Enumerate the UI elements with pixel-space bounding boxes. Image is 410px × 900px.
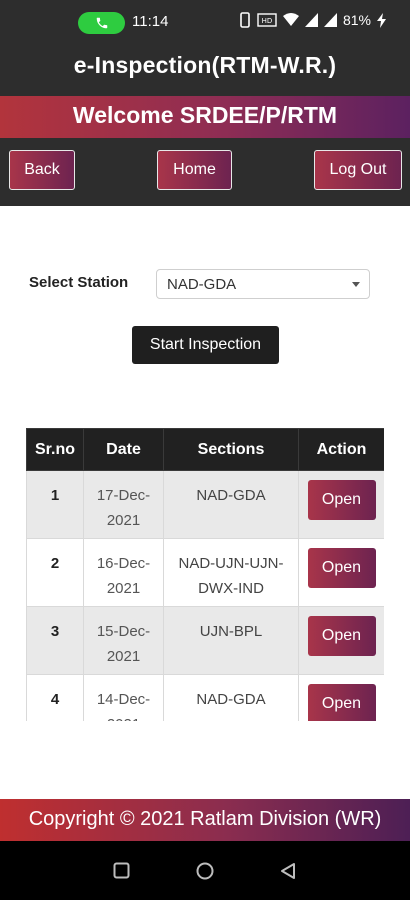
signal-icon <box>304 13 318 27</box>
station-select-value: NAD-GDA <box>167 276 237 293</box>
chevron-down-icon <box>352 282 360 287</box>
row-date-line2: 2021 <box>106 648 141 665</box>
home-circle-icon[interactable] <box>196 862 214 880</box>
row-date-line2: 2021 <box>106 580 141 597</box>
table-row: 4 14-Dec- 2021 NAD-GDA Open <box>26 674 384 721</box>
row-date-line1: 16-Dec- <box>96 555 151 572</box>
logout-button[interactable]: Log Out <box>314 150 402 190</box>
clock: 11:14 <box>132 13 169 30</box>
open-button[interactable]: Open <box>307 548 376 588</box>
table-row: 2 16-Dec- 2021 NAD-UJN-UJN-DWX-IND Open <box>26 538 384 607</box>
row-action: Open <box>298 470 384 539</box>
footer: Copyright © 2021 Ratlam Division (WR) <box>0 799 410 841</box>
column-header-srno: Sr.no <box>26 428 84 471</box>
wifi-icon <box>282 13 299 26</box>
nav-bar: Back Home Log Out <box>0 138 410 206</box>
inspection-table: Sr.no Date Sections Action 1 17-Dec- 2021… <box>26 428 384 721</box>
svg-text:HD: HD <box>262 17 273 25</box>
row-section: NAD-GDA <box>163 674 299 721</box>
row-date-line2: 2021 <box>106 512 141 529</box>
row-date: 17-Dec- 2021 <box>83 470 164 539</box>
app-title: e-Inspection(RTM-W.R.) <box>73 52 337 78</box>
welcome-banner: Welcome SRDEE/P/RTM <box>0 96 410 138</box>
volte-icon: HD <box>257 13 277 27</box>
back-button[interactable]: Back <box>9 150 75 190</box>
column-header-sections: Sections <box>163 428 299 471</box>
row-srno: 1 <box>26 470 84 539</box>
table-row: 1 17-Dec- 2021 NAD-GDA Open <box>26 470 384 539</box>
back-triangle-icon[interactable] <box>280 862 296 880</box>
row-action: Open <box>298 606 384 675</box>
row-srno: 3 <box>26 606 84 675</box>
battery-charging-icon <box>377 12 386 28</box>
row-date: 14-Dec- 2021 <box>83 674 164 721</box>
vibrate-icon <box>240 12 250 28</box>
open-button[interactable]: Open <box>307 616 376 656</box>
row-srno: 2 <box>26 538 84 607</box>
row-date: 16-Dec- 2021 <box>83 538 164 607</box>
station-label: Select Station <box>29 274 129 291</box>
signal-icon <box>323 13 337 27</box>
start-inspection-button[interactable]: Start Inspection <box>132 326 279 364</box>
station-select[interactable]: NAD-GDA <box>156 269 370 299</box>
battery-percent: 81% <box>342 12 371 28</box>
inspection-table-container[interactable]: Sr.no Date Sections Action 1 17-Dec- 2021… <box>26 428 384 721</box>
row-section: UJN-BPL <box>163 606 299 675</box>
column-header-action: Action <box>298 428 384 471</box>
row-date: 15-Dec- 2021 <box>83 606 164 675</box>
status-bar: 11:14 HD 81% <box>0 0 410 46</box>
row-date-line1: 17-Dec- <box>96 487 151 504</box>
table-row: 3 15-Dec- 2021 UJN-BPL Open <box>26 606 384 675</box>
row-action: Open <box>298 538 384 607</box>
home-button[interactable]: Home <box>157 150 232 190</box>
copyright-text: Copyright © 2021 Ratlam Division (WR) <box>28 808 382 830</box>
status-icons: HD 81% <box>239 12 386 28</box>
ongoing-call-indicator[interactable] <box>78 12 125 34</box>
table-header-row: Sr.no Date Sections Action <box>26 428 384 471</box>
row-section: NAD-GDA <box>163 470 299 539</box>
welcome-text: Welcome SRDEE/P/RTM <box>72 102 338 128</box>
row-date-line1: 15-Dec- <box>96 623 151 640</box>
app-header: e-Inspection(RTM-W.R.) <box>0 46 410 96</box>
column-header-date: Date <box>83 428 164 471</box>
open-button[interactable]: Open <box>307 480 376 520</box>
row-srno: 4 <box>26 674 84 721</box>
row-date-line1: 14-Dec- <box>96 691 151 708</box>
row-action: Open <box>298 674 384 721</box>
system-nav-bar <box>0 841 410 900</box>
recent-apps-icon[interactable] <box>113 862 130 879</box>
row-date-line2: 2021 <box>107 716 140 721</box>
phone-call-icon <box>96 17 107 29</box>
open-button[interactable]: Open <box>307 684 376 721</box>
row-section: NAD-UJN-UJN-DWX-IND <box>163 538 299 607</box>
